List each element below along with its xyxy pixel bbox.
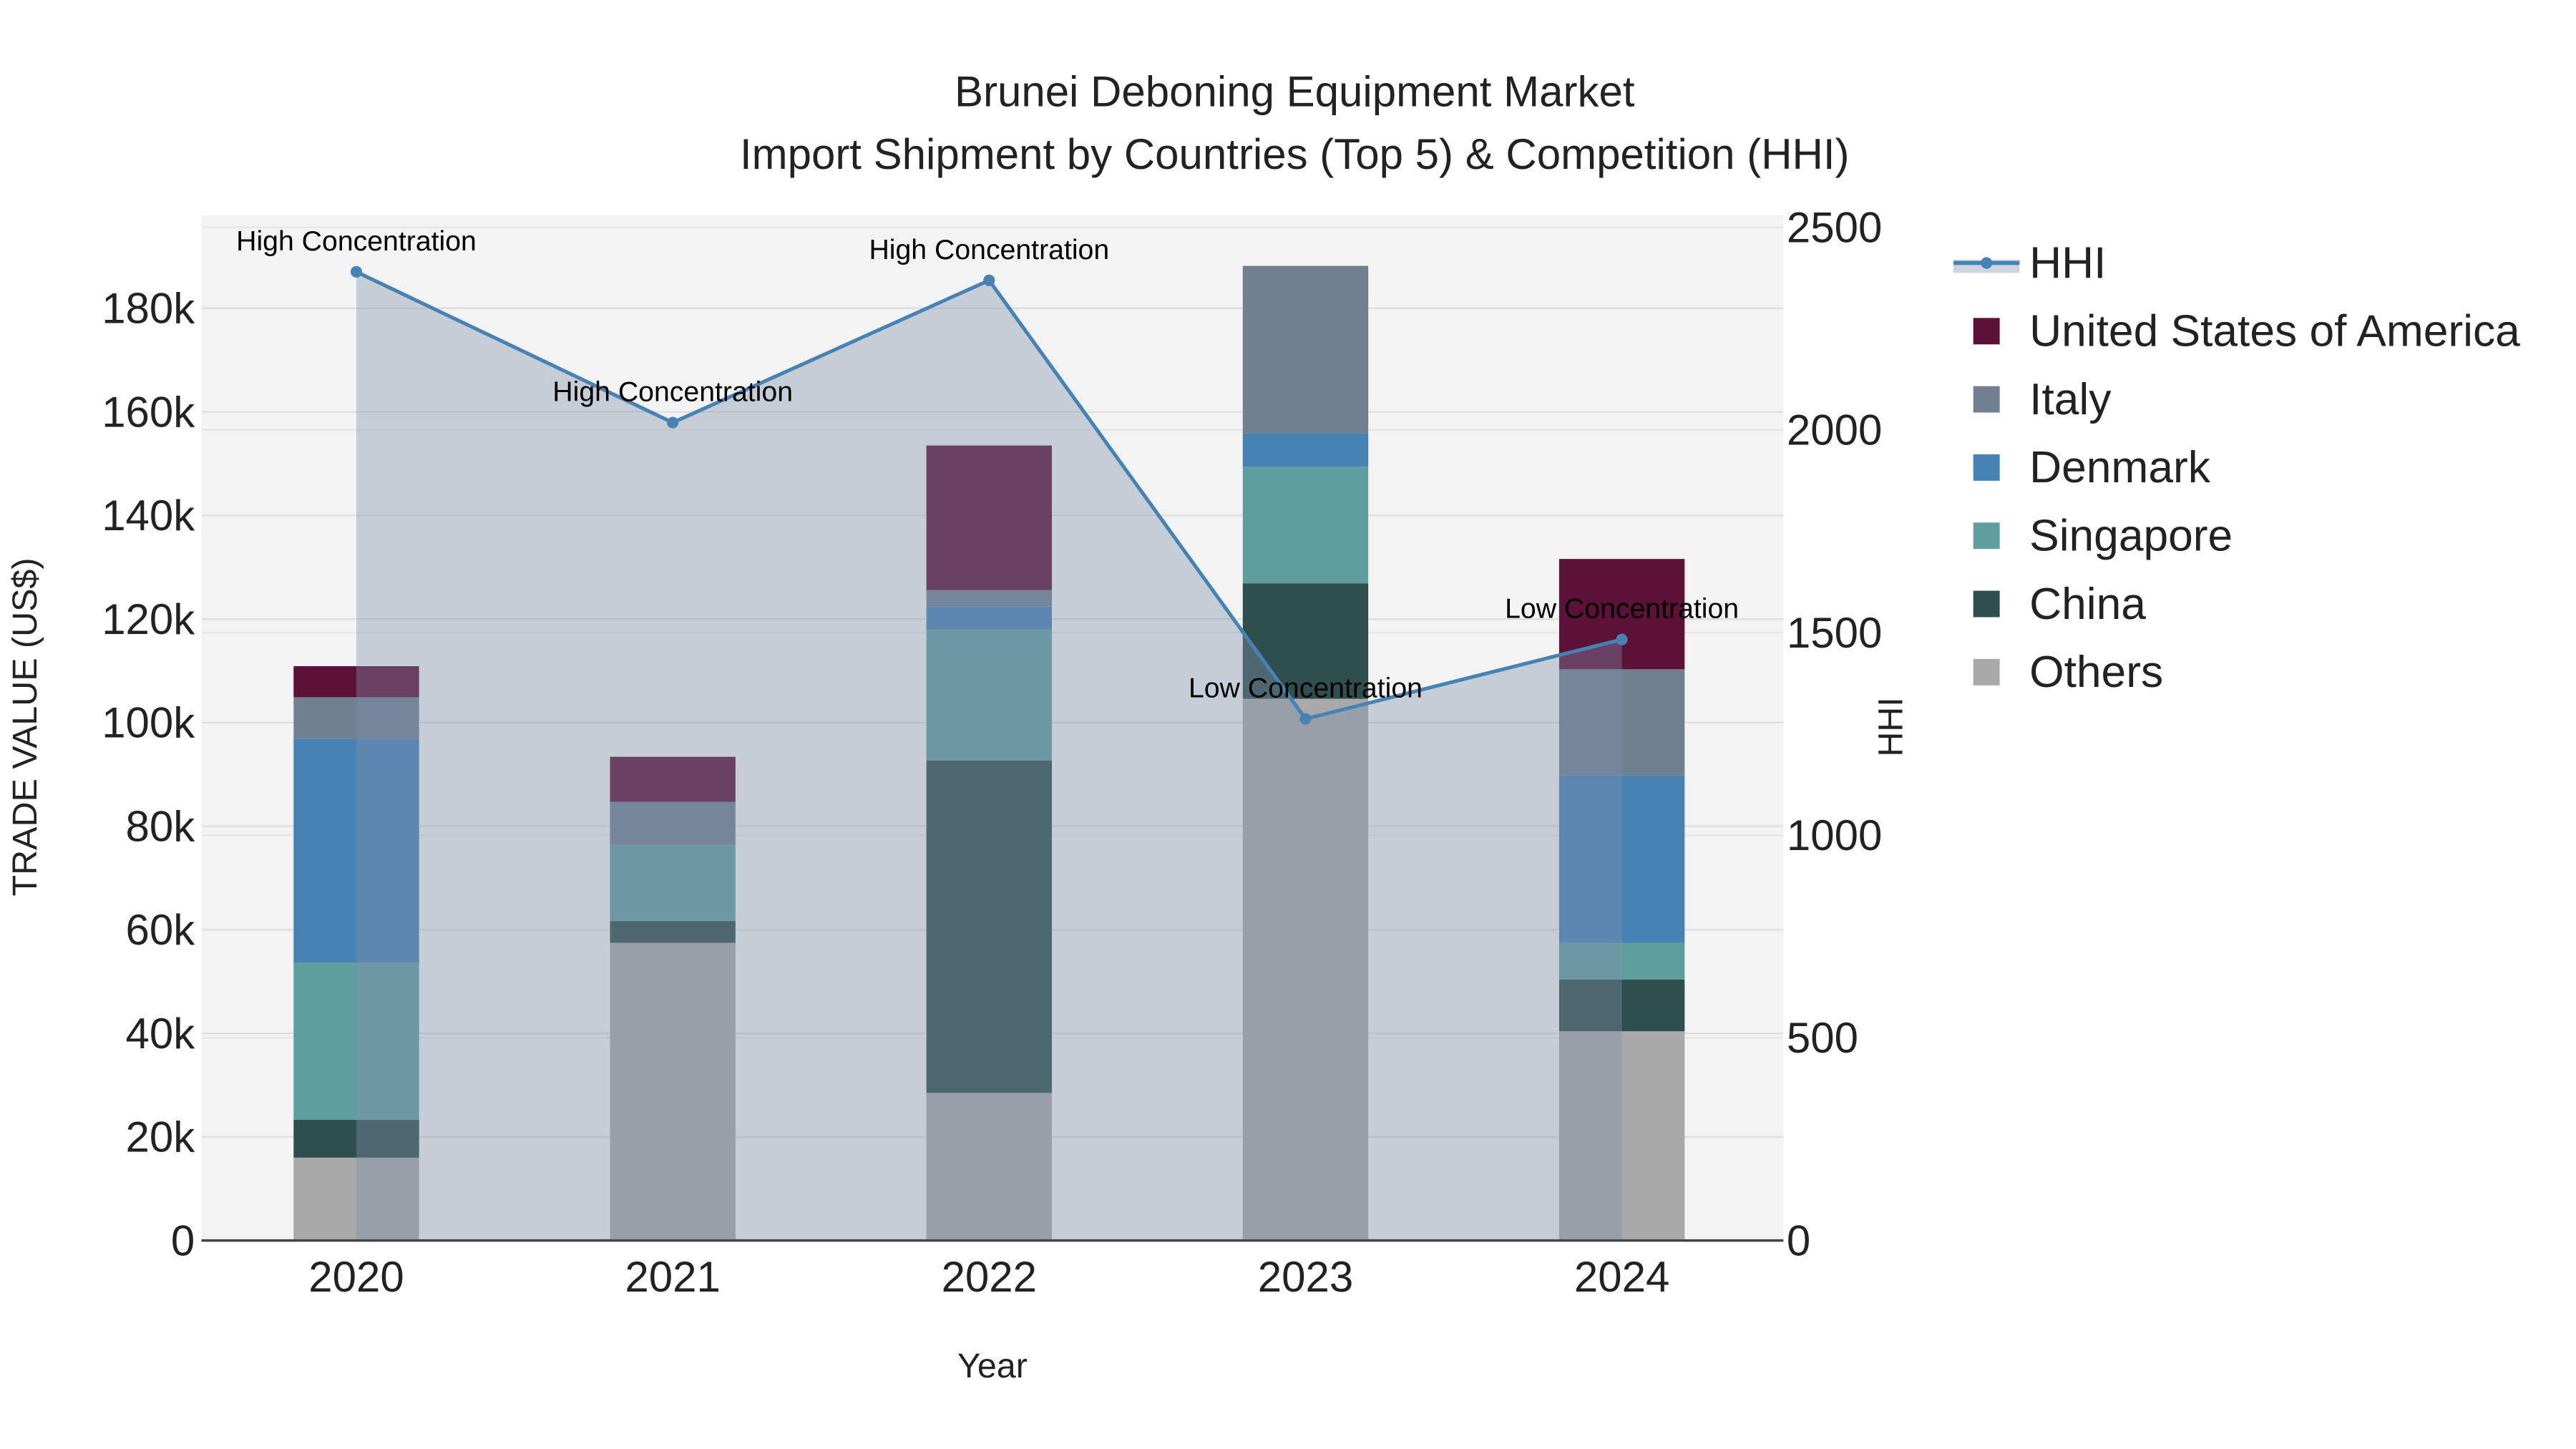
legend-item-united-states-of-america[interactable]: United States of America <box>1973 307 2520 356</box>
hhi-point-2023 <box>1299 713 1312 725</box>
x-tick-label: 2022 <box>942 1253 1037 1301</box>
chart: Brunei Deboning Equipment Market Import … <box>6 67 2520 1385</box>
legend-item-others[interactable]: Others <box>1973 648 2163 697</box>
y-tick-label: 180k <box>102 285 195 333</box>
y2-axis-ticks: 0 500 1000 1500 2000 2500 <box>1787 203 1882 1264</box>
legend-item-singapore[interactable]: Singapore <box>1973 512 2233 561</box>
legend-swatch <box>1973 522 2000 550</box>
hhi-point-2020 <box>350 265 363 278</box>
hhi-point-2024 <box>1616 633 1628 645</box>
x-axis-ticks: 2020 2021 2022 2023 2024 <box>308 1253 1669 1301</box>
legend-item-italy[interactable]: Italy <box>1973 375 2112 424</box>
legend-label: Italy <box>2029 375 2112 424</box>
y-axis-label: TRADE VALUE (US$) <box>6 557 44 896</box>
y2-tick-label: 2000 <box>1787 406 1882 454</box>
y-tick-label: 100k <box>102 699 195 747</box>
legend-swatch <box>1973 318 2000 345</box>
x-tick-label: 2020 <box>308 1253 404 1301</box>
hhi-annotation-2020: High Concentration <box>236 225 477 257</box>
legend-label: Others <box>2029 648 2163 697</box>
chart-title: Brunei Deboning Equipment Market <box>955 67 1635 115</box>
chart-subtitle: Import Shipment by Countries (Top 5) & C… <box>740 130 1850 178</box>
legend-label: United States of America <box>2029 307 2520 356</box>
legend: HHI United States of America Italy Denmark S… <box>1953 238 2520 697</box>
x-tick-label: 2021 <box>625 1253 720 1301</box>
legend-item-china[interactable]: China <box>1973 580 2147 629</box>
x-tick-label: 2024 <box>1574 1253 1669 1301</box>
hhi-point-2021 <box>667 416 679 429</box>
y-tick-label: 40k <box>126 1010 196 1058</box>
y-tick-label: 20k <box>126 1113 196 1161</box>
legend-label: Denmark <box>2029 443 2211 492</box>
bar-singapore-2023 <box>1242 467 1369 584</box>
y-tick-label: 60k <box>126 906 196 954</box>
y-tick-label: 160k <box>102 388 195 436</box>
legend-swatch <box>1973 454 2000 481</box>
legend-swatch <box>1973 658 2000 686</box>
bar-italy-2023 <box>1242 265 1369 434</box>
y2-tick-label: 0 <box>1787 1216 1810 1264</box>
y2-axis-label: HHI <box>1871 697 1910 756</box>
y-tick-label: 120k <box>102 595 195 643</box>
y2-tick-label: 500 <box>1787 1014 1858 1062</box>
legend-swatch-marker <box>1981 257 1993 269</box>
legend-item-hhi[interactable]: HHI <box>1953 238 2106 288</box>
hhi-annotation-2023: Low Concentration <box>1189 673 1423 704</box>
y2-tick-label: 1000 <box>1787 811 1882 859</box>
y2-tick-label: 2500 <box>1787 203 1882 251</box>
y-tick-label: 0 <box>171 1216 195 1264</box>
legend-label: Singapore <box>2029 512 2233 561</box>
hhi-annotation-2021: High Concentration <box>552 376 793 408</box>
hhi-point-2022 <box>983 274 995 286</box>
legend-item-denmark[interactable]: Denmark <box>1973 443 2211 492</box>
hhi-annotation-2024: Low Concentration <box>1505 593 1739 625</box>
x-tick-label: 2023 <box>1258 1253 1353 1301</box>
y-tick-label: 80k <box>126 802 196 850</box>
y2-tick-label: 1500 <box>1787 609 1882 657</box>
y-axis-ticks: 0 20k 40k 60k 80k 100k 120k 140k 160k 180k <box>102 285 195 1265</box>
legend-swatch <box>1973 590 2000 618</box>
y-tick-label: 140k <box>102 492 195 540</box>
bar-denmark-2023 <box>1242 433 1369 467</box>
legend-swatch <box>1973 386 2000 413</box>
x-axis-label: Year <box>957 1347 1028 1385</box>
legend-label: HHI <box>2029 238 2106 288</box>
legend-label: China <box>2029 580 2146 629</box>
hhi-annotation-2022: High Concentration <box>869 234 1109 265</box>
